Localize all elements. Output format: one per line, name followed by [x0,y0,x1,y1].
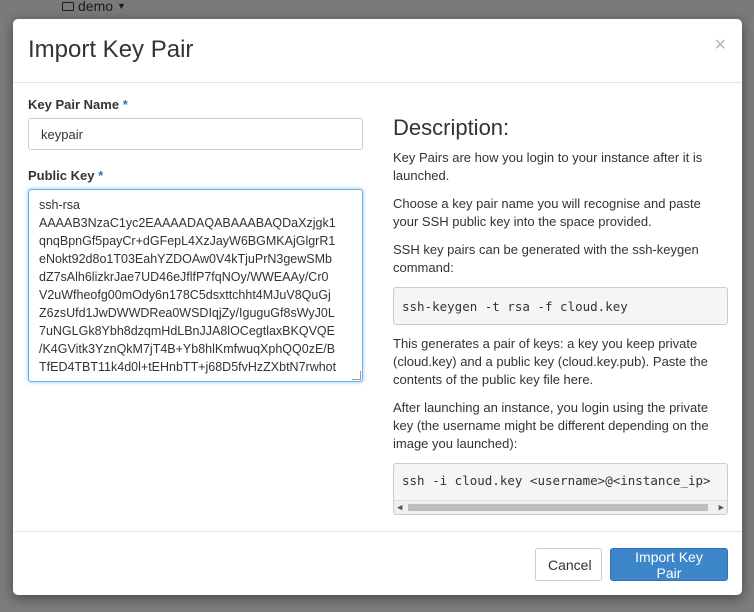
project-name: demo [78,0,114,14]
key-pair-name-label: Key Pair Name * [28,97,363,112]
description-paragraph: SSH key pairs can be generated with the … [393,242,699,275]
horizontal-scrollbar[interactable]: ◀ ▶ [394,500,727,514]
close-icon[interactable]: × [714,35,726,55]
import-key-pair-modal: Import Key Pair × Key Pair Name * Public… [13,19,742,595]
modal-title: Import Key Pair [28,36,194,63]
description-paragraph: This generates a pair of keys: a key you… [393,336,708,387]
project-icon [62,1,74,11]
scroll-left-icon[interactable]: ◀ [397,502,402,514]
ssh-command-text: ssh -i cloud.key <username>@<instance_ip… [402,473,711,488]
scroll-right-icon[interactable]: ▶ [719,502,724,514]
modal-footer: Cancel Import Key Pair [13,531,742,595]
cancel-button[interactable]: Cancel [535,548,602,581]
modal-header: Import Key Pair × [13,19,742,83]
required-mark: * [122,97,128,112]
description-column: Description: Key Pairs are how you login… [393,115,728,525]
key-pair-name-input[interactable] [28,118,363,150]
keygen-command-code: ssh-keygen -t rsa -f cloud.key [393,287,728,325]
required-mark: * [98,168,104,183]
scrollbar-thumb[interactable] [408,504,708,511]
description-title: Description: [393,115,510,140]
public-key-label: Public Key * [28,168,363,183]
form-column: Key Pair Name * Public Key * ssh-rsa AAA… [28,97,363,382]
project-selector[interactable]: demo ▼ [62,0,126,14]
description-paragraph: Key Pairs are how you login to your inst… [393,150,703,183]
public-key-textarea[interactable]: ssh-rsa AAAAB3NzaC1yc2EAAAADAQABAAABAQDa… [28,189,363,382]
ssh-command-code: ssh -i cloud.key <username>@<instance_ip… [393,463,728,515]
import-key-pair-button[interactable]: Import Key Pair [610,548,728,581]
description-paragraph: After launching an instance, you login u… [393,400,709,451]
caret-down-icon: ▼ [117,1,126,11]
resize-handle-icon[interactable] [352,371,361,380]
public-key-label-text: Public Key [28,168,95,183]
description-paragraph: Choose a key pair name you will recognis… [393,196,701,229]
key-pair-name-label-text: Key Pair Name [28,97,120,112]
